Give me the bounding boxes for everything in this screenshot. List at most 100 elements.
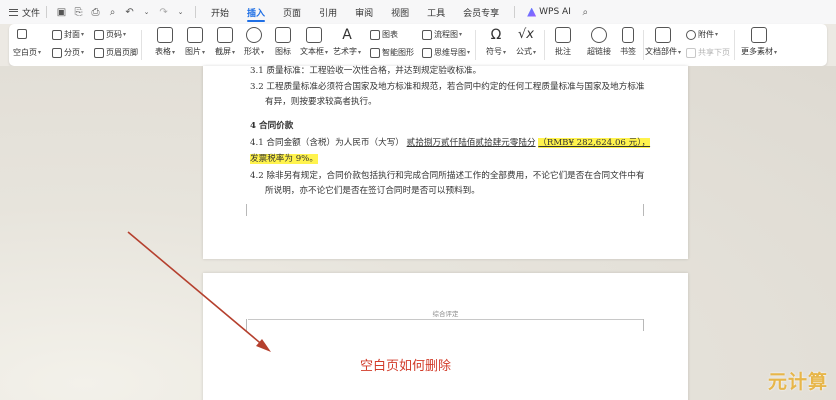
comment-icon: [555, 27, 571, 43]
tab-home[interactable]: 开始: [202, 0, 238, 24]
undo-icon[interactable]: ↶: [124, 7, 135, 18]
margin-mark: [643, 204, 653, 216]
wps-ai-button[interactable]: WPS AI: [521, 0, 577, 24]
material-icon: [751, 27, 767, 43]
picture-icon: [187, 27, 203, 43]
margin-mark: [237, 319, 247, 331]
paperclip-icon: [686, 29, 696, 40]
page-break-button[interactable]: 分页 ▾: [52, 47, 84, 58]
comment-label: 批注: [555, 47, 571, 56]
attachment-button[interactable]: 附件 ▾: [686, 29, 718, 40]
page-number-button[interactable]: 页码 ▾: [94, 29, 126, 40]
insert-ribbon: 空白页 ▾ 封面 ▾ 分页 ▾ 页码 ▾ 页眉页脚 表格▾ 图片▾ 截屏▾ 形状▾ 图标: [9, 24, 827, 66]
wordart-label: 艺术字: [332, 47, 357, 56]
document-page-1[interactable]: 3.1 质量标准：工程验收一次性合格，并达到规定验收标准。 3.2 工程质量标准…: [203, 66, 688, 259]
section-heading-4: 4 合同价款: [250, 121, 294, 131]
clause-3-1: 3.1 质量标准：工程验收一次性合格，并达到规定验收标准。: [250, 64, 481, 76]
table-icon: [157, 27, 173, 43]
header-footer-button[interactable]: 页眉页脚: [94, 47, 138, 58]
divider: [141, 30, 142, 60]
clause-4-2-line1: 4.2 除非另有规定，合同价款包括执行和完成合同所描述工作的全部费用，不论它们是…: [250, 171, 645, 181]
export-icon[interactable]: ⎘: [73, 7, 84, 18]
omega-icon: Ω: [490, 27, 502, 43]
wps-ai-label: WPS AI: [539, 7, 571, 17]
mindmap-label: 思维导图: [434, 48, 466, 57]
tab-page[interactable]: 页面: [274, 0, 310, 24]
header-label: 综合评定: [432, 310, 459, 318]
mindmap-icon: [422, 47, 432, 58]
doc-parts-button[interactable]: 文档部件▾: [642, 27, 684, 57]
save-icon[interactable]: ▣: [56, 7, 67, 18]
flowchart-button[interactable]: 流程图 ▾: [422, 29, 462, 40]
document-page-2[interactable]: 综合评定 空白页如何删除: [203, 273, 688, 400]
comment-button[interactable]: 批注: [544, 27, 582, 57]
cover-button[interactable]: 封面 ▾: [52, 29, 84, 40]
screenshot-label: 截屏: [214, 47, 231, 56]
cover-icon: [52, 29, 62, 40]
wps-ai-logo-icon: [527, 7, 537, 17]
attachment-label: 附件: [698, 30, 714, 39]
tutorial-caption: 空白页如何删除: [360, 359, 452, 374]
file-menu-label: 文件: [22, 8, 41, 19]
clause-3-2-line2: 有异，则按要求较高者执行。: [265, 97, 377, 107]
header-footer-label: 页眉页脚: [106, 48, 138, 57]
preview-icon[interactable]: ⌕: [107, 7, 118, 18]
tab-references[interactable]: 引用: [310, 0, 346, 24]
file-menu[interactable]: 文件: [9, 0, 40, 24]
tab-insert[interactable]: 插入: [238, 0, 274, 24]
chart-button[interactable]: 图表: [370, 29, 398, 40]
redo-icon[interactable]: ↷: [158, 7, 169, 18]
textbox-label: 文本框: [299, 47, 324, 56]
doc-parts-label: 文档部件: [644, 47, 677, 56]
blank-page-button[interactable]: 空白页 ▾: [13, 47, 41, 58]
more-material-button[interactable]: 更多素材▾: [736, 27, 782, 57]
print-icon[interactable]: ⎙: [90, 7, 101, 18]
hyperlink-label: 超链接: [587, 47, 611, 56]
shape-icon: [246, 27, 262, 43]
blank-page-label: 空白页: [13, 48, 37, 57]
flowchart-label: 流程图: [434, 30, 458, 39]
picture-label: 图片: [184, 47, 201, 56]
page-break-icon: [52, 47, 62, 58]
blank-page-icon: [17, 29, 27, 39]
cover-label: 封面: [64, 30, 80, 39]
formula-label: 公式: [515, 47, 532, 56]
search-icon[interactable]: ⌕: [580, 7, 591, 18]
hamburger-icon: [9, 8, 18, 16]
tax-rate-text: 发票税率为 9%。: [250, 154, 318, 164]
margin-mark: [643, 319, 653, 331]
amount-in-words: 贰拾捌万贰仟陆佰贰拾肆元零陆分: [406, 138, 536, 148]
more-material-label: 更多素材: [740, 47, 773, 56]
blank-page-icon-button[interactable]: [17, 29, 29, 39]
formula-button[interactable]: √x 公式▾: [507, 27, 545, 57]
divider: [475, 30, 476, 60]
tab-review[interactable]: 审阅: [346, 0, 382, 24]
flowchart-icon: [422, 29, 432, 40]
textbox-icon: [306, 27, 322, 43]
bookmark-icon: [622, 27, 634, 43]
symbol-label: 符号: [485, 47, 502, 56]
chart-label: 图表: [382, 30, 398, 39]
divider: [46, 6, 48, 18]
clause-4-1-prefix: 4.1 合同金额（含税）为人民币（大写）: [250, 138, 404, 148]
date-icon: [686, 47, 696, 58]
clause-3-1-text: 3.1 质量标准：工程验收一次性合格，并达到规定验收标准。: [250, 66, 482, 76]
page-number-icon: [94, 29, 104, 40]
tab-member[interactable]: 会员专享: [454, 0, 508, 24]
icons-icon: [275, 27, 291, 43]
smart-graphic-button[interactable]: 智能图形: [370, 47, 414, 58]
date-button[interactable]: 共享下页: [686, 47, 730, 58]
document-canvas[interactable]: 3.1 质量标准：工程验收一次性合格，并达到规定验收标准。 3.2 工程质量标准…: [0, 66, 836, 400]
more-dropdown-icon[interactable]: ⌄: [175, 7, 186, 18]
divider: [195, 6, 197, 18]
mindmap-button[interactable]: 思维导图 ▾: [422, 47, 470, 58]
wordart-button[interactable]: A 艺术字▾: [328, 27, 366, 57]
tab-view[interactable]: 视图: [382, 0, 418, 24]
chart-icon: [370, 29, 380, 40]
page-number-label: 页码: [106, 30, 122, 39]
tab-tools[interactable]: 工具: [418, 0, 454, 24]
header-rule: [248, 319, 643, 320]
undo-dropdown-icon[interactable]: ⌄: [141, 7, 152, 18]
menu-bar: 文件 ▣ ⎘ ⎙ ⌕ ↶ ⌄ ↷ ⌄ 开始 插入 页面 引用 审阅 视图 工具 …: [0, 0, 836, 24]
table-label: 表格: [154, 47, 171, 56]
